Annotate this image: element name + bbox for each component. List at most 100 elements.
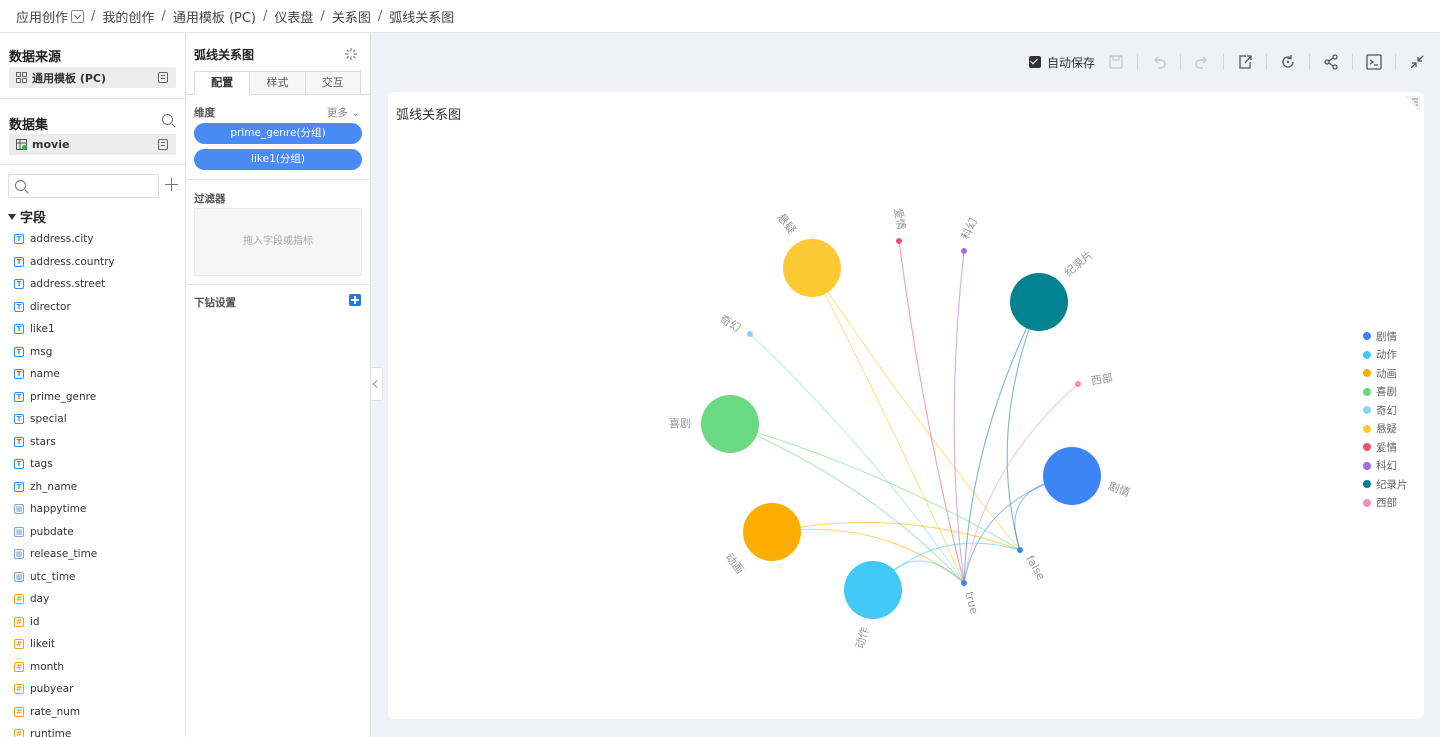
breadcrumb-item-app[interactable]: 应用创作 [16, 7, 68, 26]
breadcrumb-item-my-creations[interactable]: 我的创作 [102, 7, 154, 26]
tab-interaction[interactable]: 交互 [305, 71, 361, 95]
undo-button[interactable] [1148, 51, 1170, 73]
refresh-button[interactable] [1277, 51, 1299, 73]
chart-node[interactable] [1075, 381, 1081, 387]
legend-item[interactable]: 动作 [1363, 346, 1408, 365]
chart-node[interactable] [1010, 273, 1068, 331]
legend-item[interactable]: 剧情 [1363, 327, 1408, 346]
legend-item[interactable]: 动画 [1363, 364, 1408, 383]
redo-button[interactable] [1191, 51, 1213, 73]
legend-item[interactable]: 科幻 [1363, 457, 1408, 476]
field-item[interactable]: Tlike1 [14, 318, 115, 341]
breadcrumb-item-dashboard[interactable]: 仪表盘 [274, 7, 313, 26]
field-name: month [30, 660, 65, 673]
field-item[interactable]: # id [14, 611, 115, 634]
chart-node[interactable] [896, 238, 902, 244]
legend-swatch [1363, 369, 1371, 378]
field-item[interactable]: Taddress.country [14, 251, 115, 274]
chart-node[interactable] [747, 331, 753, 337]
tab-style[interactable]: 样式 [250, 71, 306, 95]
field-list: Taddress.city Taddress.country Taddress.st… [14, 228, 115, 737]
more-dropdown[interactable]: 更多 ⌄ [327, 105, 360, 120]
sparkle-icon[interactable] [344, 47, 358, 61]
field-item[interactable]: # month [14, 656, 115, 679]
chart-node[interactable] [1043, 447, 1101, 505]
save-button[interactable] [1105, 51, 1127, 73]
collapse-fullscreen-button[interactable] [1406, 51, 1428, 73]
toolbar-separator [1137, 54, 1138, 70]
legend-item[interactable]: 悬疑 [1363, 420, 1408, 439]
copy-icon[interactable] [158, 139, 168, 150]
search-icon[interactable] [162, 114, 173, 125]
chart-node[interactable] [961, 580, 967, 586]
copy-icon[interactable] [158, 72, 168, 83]
add-drill-button[interactable] [349, 294, 361, 306]
dataset-chip[interactable]: movie [9, 134, 176, 155]
more-label: 更多 [326, 107, 348, 119]
legend-item[interactable]: 爱情 [1363, 438, 1408, 457]
chart-node[interactable] [844, 561, 902, 619]
field-item[interactable]: Tmsg [14, 341, 115, 364]
chart-node[interactable] [743, 503, 801, 561]
divider [0, 98, 185, 99]
field-item[interactable]: ▦ utc_time [14, 566, 115, 589]
field-item[interactable]: ▦ release_time [14, 543, 115, 566]
legend-item[interactable]: 纪录片 [1363, 475, 1408, 494]
field-name: address.street [30, 278, 106, 291]
dimension-pill[interactable]: like1(分组) [194, 149, 362, 170]
filter-dropzone[interactable]: 拖入字段或指标 [194, 208, 362, 276]
panel-collapse-handle[interactable] [371, 367, 383, 401]
field-item[interactable]: Tname [14, 363, 115, 386]
breadcrumb-item-template[interactable]: 通用模板 (PC) [173, 7, 256, 26]
field-item[interactable]: Tstars [14, 431, 115, 454]
add-field-icon[interactable] [165, 178, 178, 191]
share-icon [1324, 54, 1338, 70]
field-item[interactable]: # rate_num [14, 701, 115, 724]
caret-down-icon [8, 213, 16, 220]
chart-node-label: 剧情 [1107, 480, 1132, 500]
chevron-down-icon[interactable] [71, 9, 85, 23]
legend-item[interactable]: 西部 [1363, 494, 1408, 513]
chart-node[interactable] [783, 239, 841, 297]
autosave-toggle[interactable]: 自动保存 [1028, 54, 1095, 71]
field-item[interactable]: Tzh_name [14, 476, 115, 499]
field-item[interactable]: Tprime_genre [14, 386, 115, 409]
chart-node[interactable] [1017, 547, 1023, 553]
export-button[interactable] [1234, 51, 1256, 73]
breadcrumb-item-relation[interactable]: 关系图 [332, 7, 371, 26]
field-name: director [30, 300, 71, 313]
field-item[interactable]: Taddress.city [14, 228, 115, 251]
dimension-pill[interactable]: prime_genre(分组) [194, 123, 362, 144]
field-item[interactable]: # runtime [14, 723, 115, 737]
toolbar-separator [1180, 54, 1181, 70]
field-name: likeit [30, 638, 56, 651]
chart-node[interactable] [701, 395, 759, 453]
chart-node-label: 喜剧 [669, 417, 691, 430]
legend-swatch [1363, 387, 1371, 396]
field-item[interactable]: ▦ happytime [14, 498, 115, 521]
chart-node-label: 动画 [722, 551, 746, 576]
script-button[interactable] [1363, 51, 1385, 73]
share-button[interactable] [1320, 51, 1342, 73]
datasource-chip[interactable]: 通用模板 (PC) [9, 67, 176, 88]
chart-card[interactable]: 弧线关系图 悬疑 爱情 科幻 纪录片 奇幻 西部 喜剧 剧情 动画 动作 true false 剧情动… [388, 92, 1424, 719]
field-item[interactable]: Tspecial [14, 408, 115, 431]
field-item[interactable]: ▦ pubdate [14, 521, 115, 544]
field-item[interactable]: Taddress.street [14, 273, 115, 296]
legend-item[interactable]: 喜剧 [1363, 383, 1408, 402]
text-type-icon: T [14, 256, 24, 267]
field-item[interactable]: # pubyear [14, 678, 115, 701]
tab-config[interactable]: 配置 [194, 71, 251, 95]
field-item[interactable]: Ttags [14, 453, 115, 476]
field-search-input[interactable] [8, 174, 159, 198]
fields-toggle[interactable]: 字段 [8, 207, 46, 226]
field-name: happytime [30, 503, 87, 516]
legend-label: 爱情 [1376, 441, 1397, 454]
field-item[interactable]: # day [14, 588, 115, 611]
toolbar-separator [1352, 54, 1353, 70]
legend-item[interactable]: 奇幻 [1363, 401, 1408, 420]
field-item[interactable]: Tdirector [14, 296, 115, 319]
chart-node[interactable] [961, 248, 967, 254]
field-item[interactable]: # likeit [14, 633, 115, 656]
config-panel: 弧线关系图 配置 样式 交互 维度 更多 ⌄ prime_genre(分组) l… [186, 33, 371, 737]
